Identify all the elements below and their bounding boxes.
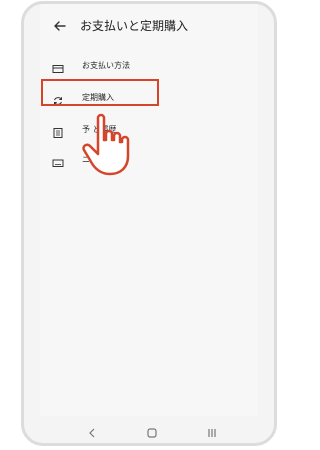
phone-frame: お支払いと定期購入 お支払い方法 定期購入 [21, 1, 277, 446]
system-nav-bar [24, 416, 274, 443]
home-nav-icon[interactable] [145, 425, 159, 439]
back-nav-icon[interactable] [85, 425, 99, 439]
receipt-list-icon [52, 124, 64, 138]
screen: お支払いと定期購入 お支払い方法 定期購入 [40, 4, 258, 416]
redeem-icon [52, 154, 64, 167]
recents-nav-icon[interactable] [205, 425, 219, 439]
menu-item-payment-methods[interactable]: お支払い方法 [40, 52, 258, 80]
sync-icon [52, 92, 64, 105]
menu-item-label: お支払い方法 [82, 61, 130, 70]
back-arrow-icon[interactable] [50, 16, 70, 36]
menu-item-label: 定期購入 [82, 93, 114, 102]
page-title: お支払いと定期購入 [80, 19, 189, 33]
menu-item-subscriptions[interactable]: 定期購入 [40, 84, 258, 112]
pointing-hand-icon [72, 110, 142, 180]
credit-card-icon [52, 60, 64, 73]
app-bar: お支払いと定期購入 [40, 4, 258, 48]
